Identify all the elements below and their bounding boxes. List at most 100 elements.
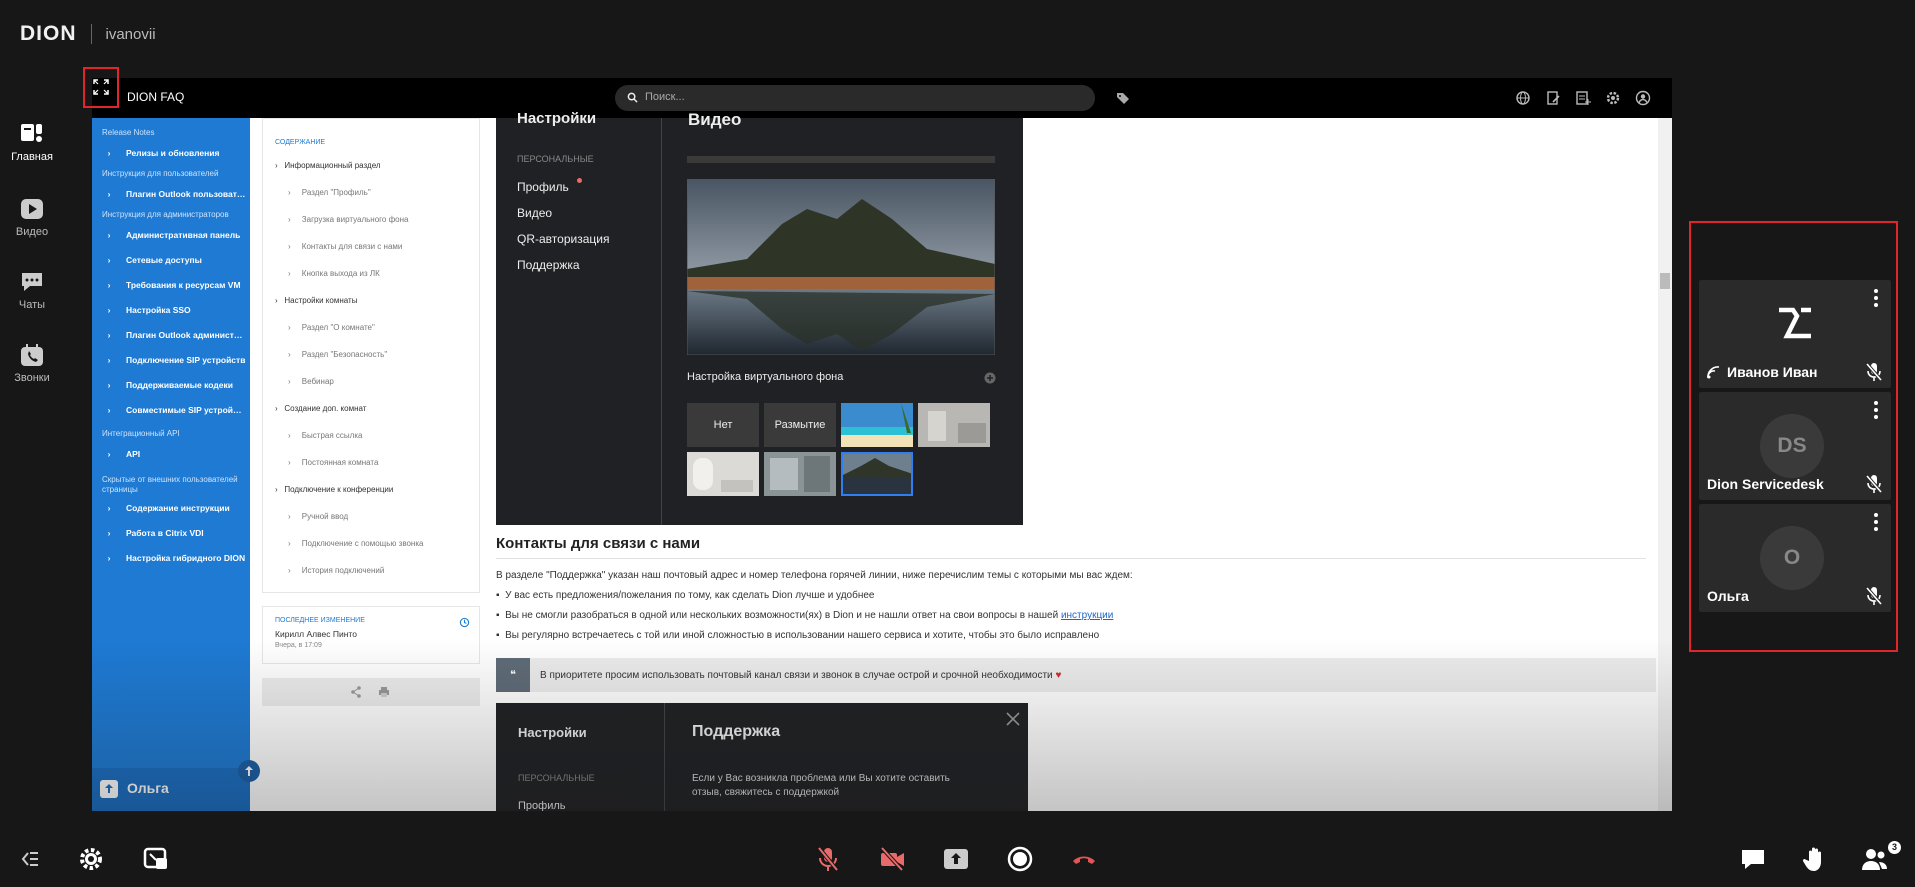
toc-item[interactable]: › Настройки комнаты [275, 296, 357, 305]
picture-in-picture-icon[interactable] [142, 845, 170, 873]
calendar-icon [21, 344, 43, 366]
scrollbar-thumb[interactable] [1660, 273, 1670, 289]
more-options-icon[interactable] [1873, 400, 1879, 420]
hang-up-icon[interactable] [1070, 845, 1098, 873]
toc-item[interactable]: › Ручной ввод [288, 512, 348, 521]
video-play-icon [21, 199, 43, 219]
notification-dot [577, 178, 582, 183]
screen-share-icon [100, 780, 118, 798]
toc-item[interactable]: › Вебинар [288, 377, 334, 386]
nav-calls[interactable]: Звонки [0, 343, 64, 384]
sidebar-item[interactable]: › Настройка SSO [102, 305, 246, 315]
sidebar-section: Инструкция для администраторов [102, 210, 229, 219]
nav-home-label: Главная [11, 151, 53, 163]
toc-item[interactable]: › Контакты для связи с нами [288, 242, 402, 251]
toc-item[interactable]: › Раздел "Профиль" [288, 188, 371, 197]
participant-tile[interactable]: О Ольга [1699, 504, 1891, 612]
menu-video: Видео [517, 206, 553, 220]
microphone-muted-icon[interactable] [814, 845, 842, 873]
menu-qr: QR-авторизация [517, 232, 610, 246]
quote-icon: ❝ [496, 658, 530, 692]
sidebar-item[interactable]: › Работа в Citrix VDI [102, 528, 246, 538]
search-input[interactable]: Поиск... [615, 85, 1095, 111]
sidebar-item[interactable]: › Подключение SIP устройств [102, 355, 246, 365]
nav-home[interactable]: Главная [0, 122, 64, 163]
toc-item[interactable]: › Раздел "Безопасность" [288, 350, 387, 359]
record-icon[interactable] [1006, 845, 1034, 873]
camera-off-icon[interactable] [878, 845, 906, 873]
account-icon[interactable] [1635, 90, 1651, 106]
bullet-item: ▪ Вы регулярно встречаетесь с той или ин… [496, 630, 1100, 641]
toc-item[interactable]: › Постоянная комната [288, 458, 378, 467]
fullscreen-button[interactable] [83, 67, 119, 108]
quote-block: ❝ В приоритете просим использовать почто… [496, 658, 1656, 692]
toc-item[interactable]: › Загрузка виртуального фона [288, 215, 408, 224]
toc-header: СОДЕРЖАНИЕ [275, 139, 326, 146]
toc-item[interactable]: › Кнопка выхода из ЛК [288, 269, 380, 278]
tag-icon[interactable] [1115, 90, 1131, 106]
toc-item[interactable]: › История подключений [288, 566, 384, 575]
history-icon[interactable] [459, 617, 470, 628]
bg-thumb-mountain-selected [841, 452, 913, 496]
edit-page-icon[interactable] [1545, 90, 1561, 106]
collapse-sidebar-icon[interactable] [16, 845, 44, 873]
toc-item[interactable]: › Информационный раздел [275, 161, 381, 170]
menu-profile: Профиль [517, 180, 569, 194]
globe-icon[interactable] [1515, 90, 1531, 106]
screen-share-button-icon[interactable] [942, 845, 970, 873]
mic-off-icon [1865, 586, 1883, 606]
toc-item[interactable]: › Раздел "О комнате" [288, 323, 375, 332]
toc-item[interactable]: › Подключение к конференции [275, 485, 393, 494]
settings-gear-icon[interactable] [1605, 90, 1621, 106]
bg-thumb-white-room [687, 452, 759, 496]
sidebar-section: Release Notes [102, 128, 155, 137]
divider [90, 24, 92, 44]
more-options-icon[interactable] [1873, 288, 1879, 308]
avatar: О [1760, 526, 1824, 590]
nav-video[interactable]: Видео [0, 197, 64, 238]
sidebar-item[interactable]: › Плагин Outlook пользовател... [102, 189, 246, 199]
print-icon[interactable] [378, 686, 390, 698]
toc-item[interactable]: › Создание доп. комнат [275, 404, 366, 413]
sidebar-item[interactable]: › Административная панель [102, 230, 246, 240]
participant-tile[interactable]: Иванов Иван [1699, 280, 1891, 388]
sidebar-item[interactable]: › Настройка гибридного DION [102, 553, 246, 563]
mic-off-icon [1865, 474, 1883, 494]
participant-name: Dion Servicedesk [1707, 476, 1824, 492]
add-icon [984, 372, 996, 384]
brand-header: DION ivanovii [20, 22, 156, 46]
search-icon [627, 92, 638, 103]
scroll-top-icon[interactable] [238, 760, 260, 782]
share-icon[interactable] [350, 686, 362, 698]
toc-item[interactable]: › Подключение с помощью звонка [288, 539, 423, 548]
instructions-link[interactable]: инструкции [1061, 610, 1113, 621]
settings-icon[interactable] [77, 845, 105, 873]
virtual-bg-title: Настройка виртуального фона [687, 371, 844, 383]
home-icon [21, 124, 42, 142]
dion-logo-avatar [1779, 307, 1811, 339]
sidebar-item[interactable]: › Совместимые SIP устройства [102, 405, 246, 415]
article-intro: В разделе "Поддержка" указан наш почтовы… [496, 570, 1133, 581]
bg-thumb-office [764, 452, 836, 496]
sidebar-item[interactable]: › Поддерживаемые кодеки [102, 380, 246, 390]
sidebar-item[interactable]: › Релизы и обновления [102, 148, 246, 158]
more-options-icon[interactable] [1873, 512, 1879, 532]
sidebar-item[interactable]: › Содержание инструкции [102, 503, 246, 513]
mic-off-icon [1865, 362, 1883, 382]
participant-tile[interactable]: DS Dion Servicedesk [1699, 392, 1891, 500]
section-heading: Контакты для связи с нами [496, 535, 701, 552]
settings-section: ПЕРСОНАЛЬНЫЕ [518, 773, 595, 783]
nav-chats[interactable]: Чаты [0, 270, 64, 311]
participants-icon[interactable] [1861, 845, 1889, 873]
scrollbar[interactable] [1658, 118, 1672, 811]
sidebar-section: Интеграционный API [102, 429, 180, 438]
add-page-icon[interactable] [1575, 90, 1591, 106]
sidebar-item[interactable]: › Плагин Outlook администрат... [102, 330, 246, 340]
sidebar-item[interactable]: › Требования к ресурсам VM [102, 280, 246, 290]
sidebar-item[interactable]: › Сетевые доступы [102, 255, 246, 265]
sidebar-item[interactable]: › API [102, 449, 246, 459]
raise-hand-icon[interactable] [1801, 845, 1829, 873]
toc-item[interactable]: › Быстрая ссылка [288, 431, 362, 440]
chat-bubble-icon[interactable] [1739, 845, 1767, 873]
share-print-bar [262, 678, 480, 706]
